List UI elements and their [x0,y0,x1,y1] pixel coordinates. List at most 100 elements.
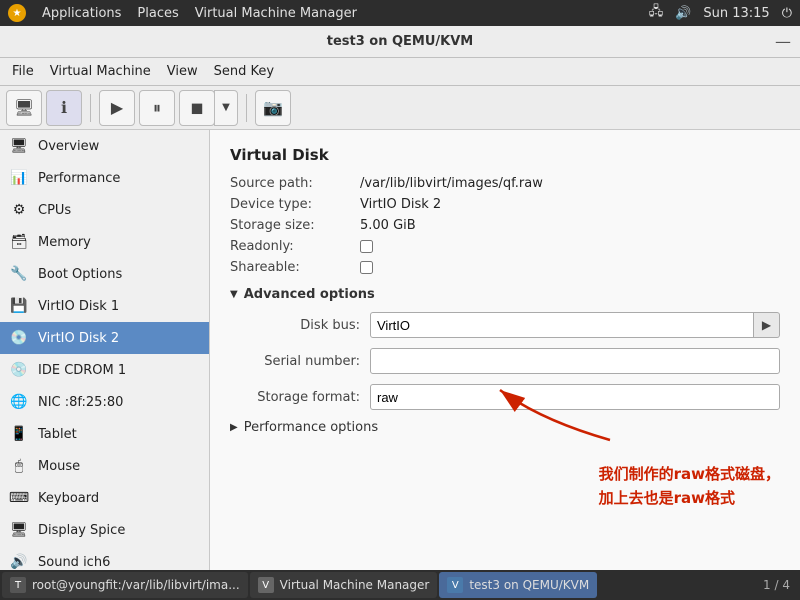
test3-icon: V [447,577,463,593]
display-spice-icon: 🖥 [8,519,30,541]
shareable-label: Shareable: [230,260,360,275]
toolbar-separator-1 [90,94,91,122]
readonly-checkbox[interactable] [360,240,373,253]
info-btn[interactable]: ℹ [46,90,82,126]
sidebar-item-display-spice-label: Display Spice [38,523,125,538]
sidebar-item-mouse-label: Mouse [38,459,80,474]
sidebar-item-virtio-disk-1[interactable]: 💾 VirtIO Disk 1 [0,290,209,322]
sidebar-item-ide-cdrom-1-label: IDE CDROM 1 [38,363,126,378]
sidebar-item-mouse[interactable]: 🖱 Mouse [0,450,209,482]
send-key-menu[interactable]: Send Key [206,60,282,83]
test3-status-item[interactable]: V test3 on QEMU/KVM [439,572,597,598]
sidebar-item-overview[interactable]: 🖥 Overview [0,130,209,162]
shareable-row: Shareable: [230,260,780,275]
sidebar-item-display-spice[interactable]: 🖥 Display Spice [0,514,209,546]
sidebar-item-virtio-disk-2[interactable]: 💿 VirtIO Disk 2 [0,322,209,354]
virtio-disk-1-icon: 💾 [8,295,30,317]
screenshot-btn[interactable]: 📷 [255,90,291,126]
serial-number-row: Serial number: [230,348,780,374]
disk-bus-select-row: ▶ [370,312,780,338]
storage-size-row: Storage size: 5.00 GiB [230,218,780,233]
sidebar-item-performance[interactable]: 📊 Performance [0,162,209,194]
source-path-label: Source path: [230,176,360,191]
sidebar-item-keyboard-label: Keyboard [38,491,99,506]
device-type-row: Device type: VirtIO Disk 2 [230,197,780,212]
top-bar-right: 🖧 🔊 Sun 13:15 ⏻ [649,2,792,24]
sidebar-item-cpus[interactable]: ⚙ CPUs [0,194,209,226]
shareable-checkbox[interactable] [360,261,373,274]
annotation-line-1: 我们制作的raw格式磁盘， [599,462,780,486]
sidebar-item-nic[interactable]: 🌐 NIC :8f:25:80 [0,386,209,418]
advanced-section: ▼ Advanced options Disk bus: ▶ Serial nu… [230,287,780,435]
perf-options-triangle-icon: ▶ [230,422,238,433]
clock: Sun 13:15 [703,6,769,21]
terminal-label: root@youngfit:/var/lib/libvirt/ima... [32,578,240,592]
stop-dropdown[interactable]: ▼ [214,90,238,126]
disk-bus-arrow-btn[interactable]: ▶ [754,312,780,338]
terminal-status-item[interactable]: T root@youngfit:/var/lib/libvirt/ima... [2,572,248,598]
vmm-status-item[interactable]: V Virtual Machine Manager [250,572,438,598]
sidebar-item-boot-options[interactable]: 🔧 Boot Options [0,258,209,290]
terminal-icon: T [10,577,26,593]
test3-label: test3 on QEMU/KVM [469,578,589,592]
os-logo: ★ [8,4,26,22]
toolbar: 🖥 ℹ ▶ ⏸ ◼ ▼ 📷 [0,86,800,130]
readonly-label: Readonly: [230,239,360,254]
advanced-toggle-label: Advanced options [244,287,375,302]
view-menu[interactable]: View [159,60,206,83]
minimize-button[interactable]: — [774,33,792,51]
annotation-line-2: 加上去也是raw格式 [599,486,780,510]
readonly-row: Readonly: [230,239,780,254]
sidebar-item-sound-ich6-label: Sound ich6 [38,555,110,570]
sidebar-item-cpus-label: CPUs [38,203,71,218]
nic-icon: 🌐 [8,391,30,413]
sidebar-item-sound-ich6[interactable]: 🔊 Sound ich6 [0,546,209,570]
disk-bus-row: Disk bus: ▶ [230,312,780,338]
storage-format-input[interactable] [370,384,780,410]
disk-bus-label: Disk bus: [230,318,370,333]
serial-number-input[interactable] [370,348,780,374]
status-bar: T root@youngfit:/var/lib/libvirt/ima... … [0,570,800,600]
mouse-icon: 🖱 [8,455,30,477]
menu-bar: File Virtual Machine View Send Key [0,58,800,86]
serial-number-label: Serial number: [230,354,370,369]
detail-panel: Virtual Disk Source path: /var/lib/libvi… [210,130,800,570]
applications-menu[interactable]: Applications [34,4,129,23]
source-path-row: Source path: /var/lib/libvirt/images/qf.… [230,176,780,191]
file-menu[interactable]: File [4,60,42,83]
storage-format-row: Storage format: [230,384,780,410]
sidebar-item-ide-cdrom-1[interactable]: 💿 IDE CDROM 1 [0,354,209,386]
pause-btn[interactable]: ⏸ [139,90,175,126]
sound-ich6-icon: 🔊 [8,551,30,570]
disk-bus-input[interactable] [370,312,754,338]
toolbar-separator-2 [246,94,247,122]
sidebar-item-tablet[interactable]: 📱 Tablet [0,418,209,450]
network-icon: 🖧 [649,2,664,24]
advanced-toggle[interactable]: ▼ Advanced options [230,287,780,302]
memory-icon: 🗃 [8,231,30,253]
storage-size-label: Storage size: [230,218,360,233]
run-btn[interactable]: ▶ [99,90,135,126]
sidebar-item-memory[interactable]: 🗃 Memory [0,226,209,258]
vmm-menu[interactable]: Virtual Machine Manager [187,4,365,23]
sidebar: 🖥 Overview 📊 Performance ⚙ CPUs 🗃 Memory… [0,130,210,570]
volume-icon: 🔊 [675,6,691,21]
vmm-icon: V [258,577,274,593]
main-content: 🖥 Overview 📊 Performance ⚙ CPUs 🗃 Memory… [0,130,800,570]
sidebar-item-tablet-label: Tablet [38,427,77,442]
monitor-btn[interactable]: 🖥 [6,90,42,126]
stop-btn[interactable]: ◼ [179,90,215,126]
storage-size-value: 5.00 GiB [360,218,416,233]
detail-title: Virtual Disk [230,146,780,164]
device-type-value: VirtIO Disk 2 [360,197,441,212]
sidebar-item-keyboard[interactable]: ⌨ Keyboard [0,482,209,514]
virtual-machine-menu[interactable]: Virtual Machine [42,60,159,83]
storage-format-label: Storage format: [230,390,370,405]
sidebar-item-boot-options-label: Boot Options [38,267,122,282]
perf-options-toggle[interactable]: ▶ Performance options [230,420,780,435]
overview-icon: 🖥 [8,135,30,157]
places-menu[interactable]: Places [129,4,186,23]
advanced-triangle-icon: ▼ [230,289,238,300]
power-icon[interactable]: ⏻ [782,6,792,21]
page-count: 1 / 4 [755,578,798,592]
